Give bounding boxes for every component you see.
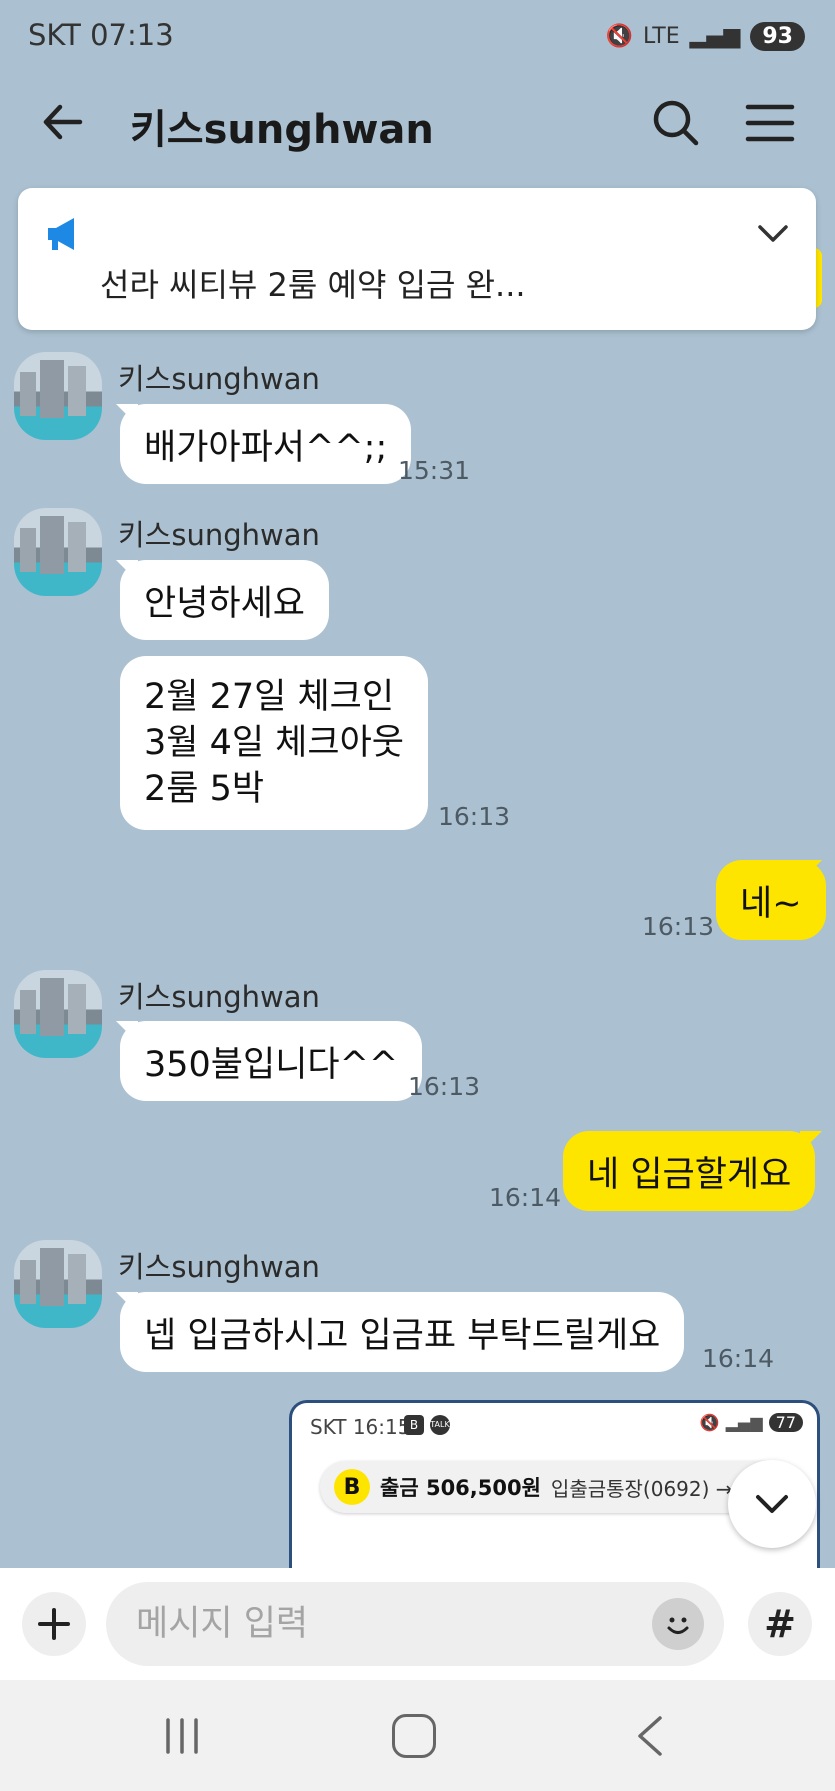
network-type: LTE — [643, 24, 680, 49]
message-text: 배가아파서^^;; — [144, 427, 388, 468]
message-time: 16:14 — [489, 1183, 562, 1212]
mute-icon: 🔇 — [605, 24, 634, 49]
message-input-bar: # — [0, 1568, 835, 1680]
bank-app-icon: B — [404, 1415, 424, 1435]
image-battery: 77 — [768, 1413, 803, 1432]
avatar[interactable] — [14, 970, 102, 1058]
emoji-button[interactable] — [652, 1598, 704, 1650]
recent-apps-icon[interactable] — [160, 1716, 204, 1756]
message-text: 넵 입금하시고 입금표 부탁드릴게요 — [144, 1315, 661, 1356]
message-line: 2룸 5박 — [144, 769, 265, 809]
talk-icon: TALK — [430, 1415, 450, 1435]
search-icon[interactable] — [648, 95, 704, 151]
message-bubble[interactable]: 넵 입금하시고 입금표 부탁드릴게요 — [120, 1292, 685, 1372]
sender-name: 키스sunghwan — [118, 1250, 320, 1284]
hamburger-menu-icon[interactable] — [742, 95, 798, 151]
status-carrier-time: SKT 07:13 — [28, 18, 174, 52]
my-message-bubble[interactable]: 네 입금할게요 — [563, 1131, 816, 1211]
nav-back-icon[interactable] — [630, 1714, 670, 1758]
message-bubble[interactable]: 2월 27일 체크인 3월 4일 체크아웃 2룸 5박 — [120, 656, 428, 830]
bank-notification: B 출금 506,500원 입출금통장(0692) → 고... — [320, 1461, 790, 1513]
status-icons: 🔇 LTE ▂▄▆ 93 — [606, 22, 805, 51]
chat-header: 키스sunghwan — [0, 75, 835, 175]
avatar[interactable] — [14, 508, 102, 596]
message-input[interactable] — [106, 1582, 724, 1666]
emoji-icon — [667, 1617, 689, 1634]
battery-level: 93 — [750, 22, 805, 51]
sender-name: 키스sunghwan — [118, 518, 320, 552]
message-bubble[interactable]: 안녕하세요 — [120, 560, 330, 640]
message-time: 15:31 — [398, 456, 471, 485]
chat-title: 키스sunghwan — [130, 107, 434, 153]
scroll-to-bottom-button[interactable] — [728, 1460, 816, 1548]
plus-icon — [38, 1608, 70, 1640]
image-status-right: 🔇 ▂▄▆ 77 — [700, 1413, 803, 1432]
message-time: 16:13 — [408, 1072, 481, 1101]
status-bar: SKT 07:13 🔇 LTE ▂▄▆ 93 — [0, 0, 835, 75]
message-time: 16:13 — [642, 912, 715, 941]
hashtag-button[interactable]: # — [748, 1592, 812, 1656]
notice-text: 선라 씨티뷰 2룸 예약 입금 완... — [100, 266, 526, 304]
megaphone-icon — [48, 218, 74, 250]
system-nav-bar — [0, 1680, 835, 1791]
message-bubble[interactable]: 350불입니다^^ — [120, 1021, 423, 1101]
signal-icon: ▂▄▆ — [689, 24, 741, 49]
withdraw-amount: 출금 506,500원 — [380, 1476, 541, 1500]
message-text: 350불입니다^^ — [144, 1044, 399, 1085]
sender-name: 키스sunghwan — [118, 362, 320, 396]
chevron-down-icon — [756, 1495, 788, 1513]
plus-button[interactable] — [22, 1592, 86, 1656]
image-status-icons: B TALK — [404, 1415, 450, 1435]
home-icon[interactable] — [392, 1714, 436, 1758]
bank-logo-icon: B — [334, 1469, 370, 1505]
message-time: 16:14 — [702, 1344, 775, 1373]
avatar[interactable] — [14, 1240, 102, 1328]
message-line: 3월 4일 체크아웃 — [144, 723, 404, 763]
image-status-time: SKT 16:15 — [310, 1415, 411, 1439]
message-text: 네~ — [740, 883, 802, 924]
avatar[interactable] — [14, 352, 102, 440]
mute-icon: 🔇 — [699, 1413, 720, 1432]
chevron-down-icon[interactable] — [754, 218, 792, 248]
message-time: 16:13 — [438, 802, 511, 831]
message-text: 안녕하세요 — [144, 583, 306, 624]
arrow-left-icon[interactable] — [38, 97, 88, 147]
sender-name: 키스sunghwan — [118, 980, 320, 1014]
notice-banner[interactable]: 선라 씨티뷰 2룸 예약 입금 완... — [18, 188, 816, 330]
signal-icon: ▂▄▆ — [725, 1413, 763, 1432]
message-bubble[interactable]: 배가아파서^^;; — [120, 404, 412, 484]
message-line: 2월 27일 체크인 — [144, 677, 395, 717]
message-text: 네 입금할게요 — [587, 1154, 792, 1195]
